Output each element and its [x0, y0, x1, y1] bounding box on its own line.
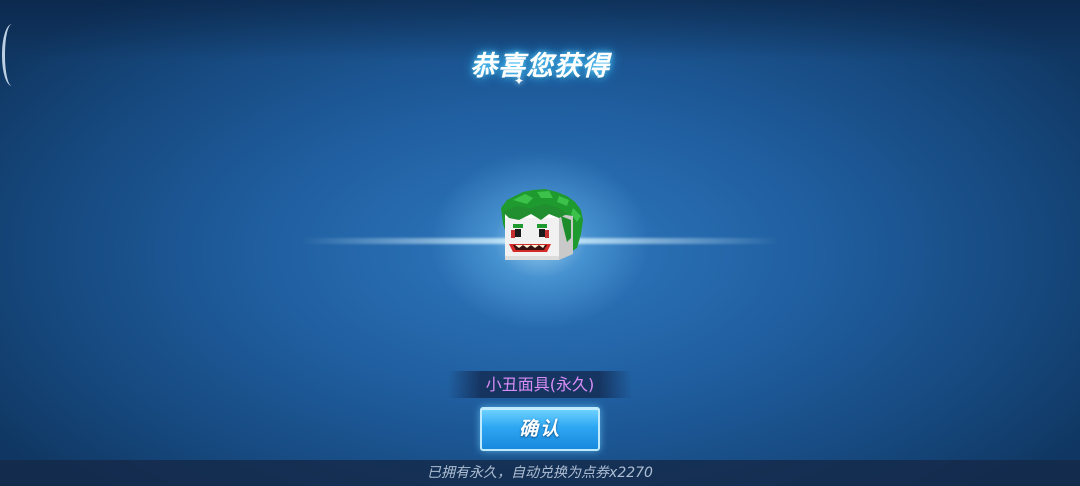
- item-name: 小丑面具(永久): [485, 375, 595, 394]
- congrats-title: 恭喜您获得: [470, 51, 610, 82]
- auto-exchange-note: 已拥有永久，自动兑换为点券x2270: [427, 465, 653, 481]
- joker-mask-icon: [497, 186, 587, 264]
- confirm-button[interactable]: 确认: [480, 407, 600, 451]
- sparkle-icon: ✦: [513, 74, 525, 88]
- reward-popup-screen: 恭喜您获得 ✦ 小丑面具(永久) 确认 已拥有永久，自动兑换为点券x2270: [0, 0, 1080, 486]
